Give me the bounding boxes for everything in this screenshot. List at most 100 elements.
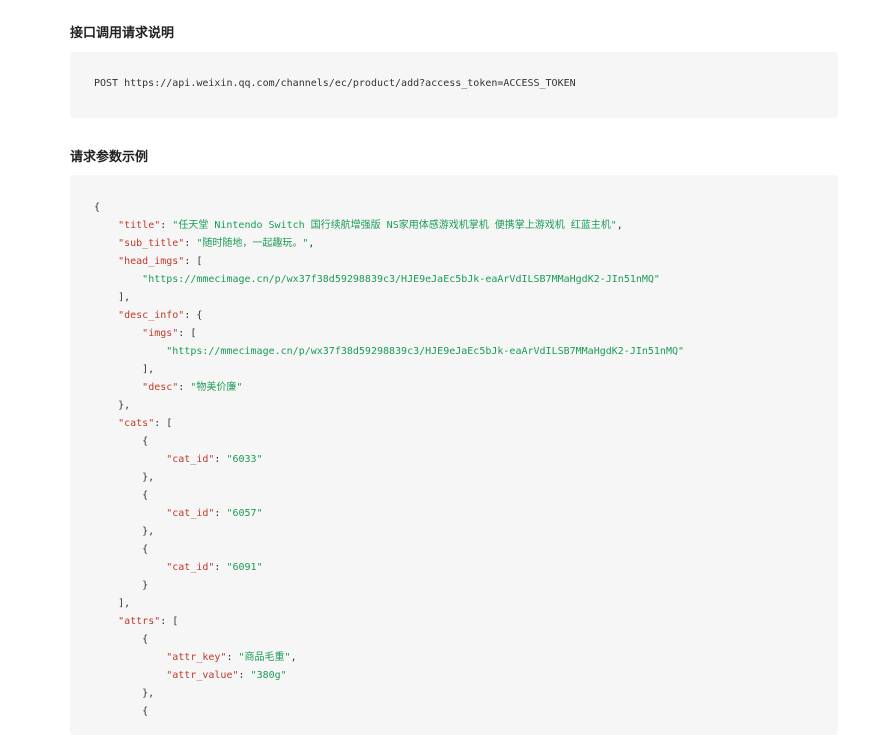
json-punct: ], xyxy=(94,364,155,375)
json-string: "6057" xyxy=(226,508,263,519)
json-punct xyxy=(94,346,166,357)
json-key: "attr_key" xyxy=(166,652,227,663)
json-key: "desc_info" xyxy=(118,310,185,321)
code-line: "cat_id": "6033" xyxy=(94,451,684,469)
json-punct: : xyxy=(214,562,227,573)
code-line: "attrs": [ xyxy=(94,613,684,631)
code-line: { xyxy=(94,631,684,649)
json-punct xyxy=(94,616,118,627)
json-punct xyxy=(94,274,142,285)
code-line: "sub_title": "随时随地，一起趣玩。", xyxy=(94,235,684,253)
code-line: { xyxy=(94,199,684,217)
json-punct: : xyxy=(184,238,197,249)
code-line: "cat_id": "6057" xyxy=(94,505,684,523)
json-punct: }, xyxy=(94,400,131,411)
json-example-block: { "title": "任天堂 Nintendo Switch 国行续航增强版 … xyxy=(70,175,838,735)
code-line: }, xyxy=(94,523,684,541)
code-line: "desc_info": { xyxy=(94,307,684,325)
json-key: "title" xyxy=(118,220,161,231)
json-punct xyxy=(94,382,142,393)
json-key: "sub_title" xyxy=(118,238,185,249)
json-string: "6033" xyxy=(226,454,263,465)
json-punct: : [ xyxy=(178,328,197,339)
json-punct: : [ xyxy=(184,256,203,267)
code-line: { xyxy=(94,703,684,721)
json-punct: }, xyxy=(94,526,155,537)
json-punct xyxy=(94,508,166,519)
json-punct xyxy=(94,256,118,267)
json-punct: { xyxy=(94,544,149,555)
doc-page: 接口调用请求说明 POST https://api.weixin.qq.com/… xyxy=(0,0,878,735)
json-punct xyxy=(94,310,118,321)
json-punct: : xyxy=(226,652,239,663)
json-key: "cat_id" xyxy=(166,562,215,573)
code-line: "cat_id": "6091" xyxy=(94,559,684,577)
code-line: }, xyxy=(94,397,684,415)
code-line: "https://mmecimage.cn/p/wx37f38d59298839… xyxy=(94,271,684,289)
code-line: { xyxy=(94,541,684,559)
code-line: "https://mmecimage.cn/p/wx37f38d59298839… xyxy=(94,343,684,361)
code-line: }, xyxy=(94,469,684,487)
json-punct: : xyxy=(214,508,227,519)
code-line: "attr_value": "380g" xyxy=(94,667,684,685)
json-punct: } xyxy=(94,580,149,591)
section-title-request: 接口调用请求说明 xyxy=(70,26,175,41)
json-string: "6091" xyxy=(226,562,263,573)
json-punct xyxy=(94,220,118,231)
json-punct xyxy=(94,328,142,339)
json-punct: { xyxy=(94,706,149,717)
json-punct: ], xyxy=(94,598,131,609)
json-punct xyxy=(94,418,118,429)
json-punct: }, xyxy=(94,472,155,483)
code-line: "head_imgs": [ xyxy=(94,253,684,271)
json-code: { "title": "任天堂 Nintendo Switch 国行续航增强版 … xyxy=(94,199,684,721)
json-punct: ], xyxy=(94,292,131,303)
json-key: "cats" xyxy=(118,418,155,429)
json-string: "随时随地，一起趣玩。" xyxy=(196,238,309,249)
code-line: "desc": "物美价廉" xyxy=(94,379,684,397)
json-punct xyxy=(94,652,166,663)
code-line: "attr_key": "商品毛重", xyxy=(94,649,684,667)
json-punct: , xyxy=(290,652,297,663)
json-string: "https://mmecimage.cn/p/wx37f38d59298839… xyxy=(166,346,685,357)
json-key: "desc" xyxy=(142,382,179,393)
json-string: "任天堂 Nintendo Switch 国行续航增强版 NS家用体感游戏机掌机… xyxy=(172,220,617,231)
code-line: } xyxy=(94,577,684,595)
json-punct xyxy=(94,562,166,573)
json-key: "head_imgs" xyxy=(118,256,185,267)
section-title-params-example: 请求参数示例 xyxy=(70,150,149,165)
json-key: "attrs" xyxy=(118,616,161,627)
code-line: ], xyxy=(94,595,684,613)
json-punct xyxy=(94,238,118,249)
code-line: { xyxy=(94,433,684,451)
json-string: "380g" xyxy=(250,670,287,681)
code-line: ], xyxy=(94,361,684,379)
code-line: "imgs": [ xyxy=(94,325,684,343)
code-line: { xyxy=(94,487,684,505)
json-punct: : xyxy=(214,454,227,465)
request-url-block: POST https://api.weixin.qq.com/channels/… xyxy=(70,52,838,118)
code-line: "cats": [ xyxy=(94,415,684,433)
json-punct xyxy=(94,670,166,681)
json-punct: : [ xyxy=(160,616,179,627)
json-string: "商品毛重" xyxy=(238,652,291,663)
json-punct: , xyxy=(308,238,315,249)
json-punct: { xyxy=(94,436,149,447)
json-key: "cat_id" xyxy=(166,454,215,465)
json-punct: , xyxy=(616,220,623,231)
json-punct: : xyxy=(178,382,191,393)
json-punct: : xyxy=(160,220,173,231)
code-line: "title": "任天堂 Nintendo Switch 国行续航增强版 NS… xyxy=(94,217,684,235)
json-punct: : xyxy=(238,670,251,681)
json-punct xyxy=(94,454,166,465)
json-punct: { xyxy=(94,634,149,645)
json-punct: { xyxy=(94,490,149,501)
json-string: "https://mmecimage.cn/p/wx37f38d59298839… xyxy=(142,274,660,285)
code-line: ], xyxy=(94,289,684,307)
json-punct: }, xyxy=(94,688,155,699)
request-url: POST https://api.weixin.qq.com/channels/… xyxy=(94,78,576,89)
json-punct: { xyxy=(94,202,101,213)
json-punct: : [ xyxy=(154,418,173,429)
code-line: }, xyxy=(94,685,684,703)
json-key: "attr_value" xyxy=(166,670,239,681)
